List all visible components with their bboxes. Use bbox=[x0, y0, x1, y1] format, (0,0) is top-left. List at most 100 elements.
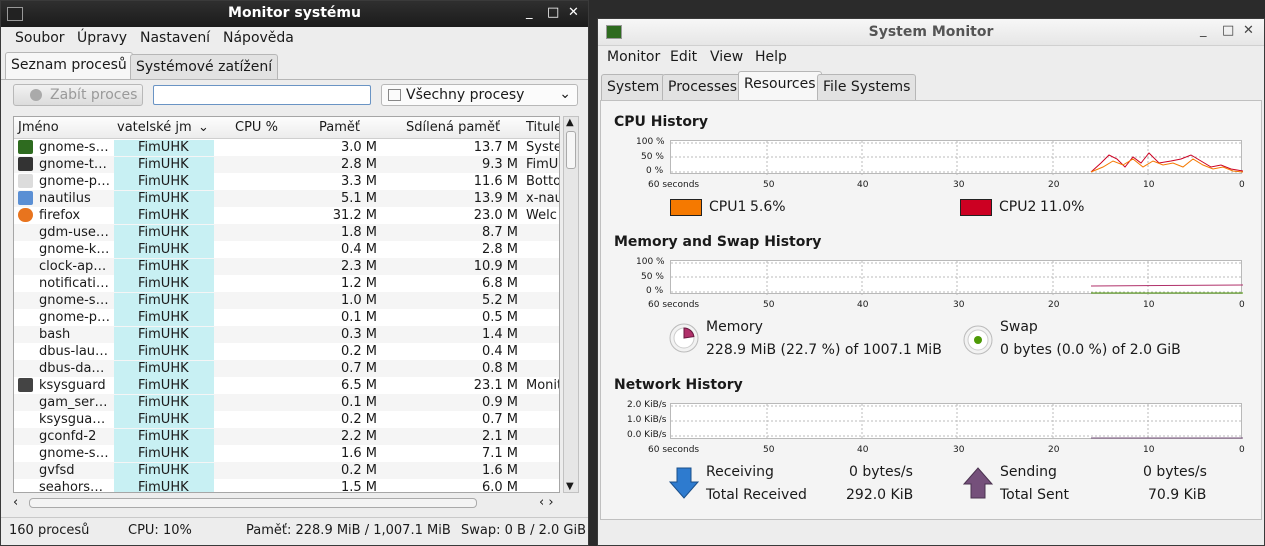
process-shared-memory: 0.4 M bbox=[481, 344, 518, 359]
maximize-icon[interactable]: □ bbox=[1222, 23, 1234, 38]
table-row[interactable]: bash FimUHK 0.3 M 1.4 M bbox=[14, 326, 559, 344]
net-x-tick: 20 bbox=[1048, 445, 1060, 455]
scroll-up-icon[interactable]: ▲ bbox=[566, 117, 574, 128]
table-row[interactable]: gconfd-2 FimUHK 2.2 M 2.1 M bbox=[14, 428, 559, 446]
process-memory: 0.1 M bbox=[340, 395, 377, 410]
table-row[interactable]: gnome-p… FimUHK 3.3 M 11.6 M Botto bbox=[14, 173, 559, 191]
column-memory[interactable]: Paměť bbox=[319, 120, 360, 135]
menu-upravy[interactable]: Úpravy bbox=[77, 30, 127, 46]
vertical-scroll-thumb[interactable] bbox=[566, 131, 576, 169]
ksysguard-icon bbox=[18, 378, 33, 392]
tab-file-systems[interactable]: File Systems bbox=[817, 74, 917, 100]
horizontal-scrollbar[interactable]: ‹ ‹ › bbox=[13, 495, 560, 511]
process-user: FimUHK bbox=[138, 412, 189, 427]
status-memory: Paměť: 228.9 MiB / 1,007.1 MiB bbox=[246, 523, 451, 538]
horizontal-scroll-thumb[interactable] bbox=[29, 498, 477, 508]
right-titlebar[interactable]: System Monitor _ □ ✕ bbox=[598, 19, 1264, 46]
kill-icon bbox=[30, 89, 42, 101]
minimize-icon[interactable]: _ bbox=[526, 5, 533, 20]
swap-value: 0 bytes (0.0 %) of 2.0 GiB bbox=[1000, 342, 1181, 358]
tab-system-load[interactable]: Systémové zatížení bbox=[130, 54, 279, 80]
table-row[interactable]: gvfsd FimUHK 0.2 M 1.6 M bbox=[14, 462, 559, 480]
tab-processes[interactable]: Processes bbox=[662, 74, 744, 100]
menu-soubor[interactable]: Soubor bbox=[15, 30, 65, 46]
table-row[interactable]: nautilus FimUHK 5.1 M 13.9 M x-nau bbox=[14, 190, 559, 208]
process-shared-memory: 13.7 M bbox=[473, 140, 518, 155]
cpu2-color-button[interactable] bbox=[960, 199, 992, 216]
column-shared-memory[interactable]: Sdílená paměť bbox=[406, 120, 500, 135]
table-row[interactable]: ksysgua… FimUHK 0.2 M 0.7 M bbox=[14, 411, 559, 429]
process-memory: 0.1 M bbox=[340, 310, 377, 325]
process-name: gnome-s… bbox=[39, 446, 109, 461]
process-memory: 31.2 M bbox=[332, 208, 377, 223]
cpu-y-tick-100: 100 % bbox=[636, 137, 665, 147]
mem-x-tick: 60 seconds bbox=[648, 300, 700, 310]
vertical-scrollbar[interactable]: ▲ ▼ bbox=[563, 116, 579, 493]
table-row[interactable]: gam_ser… FimUHK 0.1 M 0.9 M bbox=[14, 394, 559, 412]
menu-nastaveni[interactable]: Nastavení bbox=[140, 30, 210, 46]
table-row[interactable]: gnome-k… FimUHK 0.4 M 2.8 M bbox=[14, 241, 559, 259]
total-sent-label: Total Sent bbox=[1000, 487, 1070, 503]
process-user: FimUHK bbox=[138, 174, 189, 189]
cpu-y-tick-0: 0 % bbox=[646, 166, 664, 176]
mem-x-tick: 40 bbox=[857, 300, 869, 310]
column-cpu[interactable]: CPU % bbox=[235, 120, 278, 135]
scroll-right-icon[interactable]: ‹ › bbox=[539, 495, 554, 510]
table-row[interactable]: gnome-s… FimUHK 1.6 M 7.1 M bbox=[14, 445, 559, 463]
menu-edit[interactable]: Edit bbox=[670, 49, 697, 65]
receive-arrow-icon[interactable] bbox=[668, 466, 700, 500]
table-row[interactable]: dbus-da… FimUHK 0.7 M 0.8 M bbox=[14, 360, 559, 378]
table-row[interactable]: gnome-t… FimUHK 2.8 M 9.3 M FimU bbox=[14, 156, 559, 174]
table-row[interactable]: gnome-s… FimUHK 3.0 M 13.7 M Syste bbox=[14, 139, 559, 157]
mem-x-tick: 30 bbox=[953, 300, 965, 310]
tab-resources[interactable]: Resources bbox=[738, 71, 822, 101]
menu-monitor[interactable]: Monitor bbox=[607, 49, 660, 65]
tab-system[interactable]: System bbox=[601, 74, 666, 100]
cpu-y-tick-50: 50 % bbox=[641, 152, 664, 162]
left-titlebar[interactable]: Monitor systému _ □ ✕ bbox=[1, 1, 588, 27]
table-row[interactable]: seahors… FimUHK 1.5 M 6.0 M bbox=[14, 479, 559, 493]
table-row[interactable]: firefox FimUHK 31.2 M 23.0 M Welc bbox=[14, 207, 559, 225]
menu-napoveda[interactable]: Nápověda bbox=[223, 30, 294, 46]
cpu1-color-button[interactable] bbox=[670, 199, 702, 216]
cpu-history-heading: CPU History bbox=[614, 114, 708, 130]
memory-history-heading: Memory and Swap History bbox=[614, 234, 822, 250]
scroll-left-icon[interactable]: ‹ bbox=[13, 495, 18, 510]
process-filter-select[interactable]: Všechny procesy ⌄ bbox=[381, 84, 578, 106]
menu-view[interactable]: View bbox=[710, 49, 743, 65]
table-row[interactable]: gdm-use… FimUHK 1.8 M 8.7 M bbox=[14, 224, 559, 242]
table-row[interactable]: gnome-s… FimUHK 1.0 M 5.2 M bbox=[14, 292, 559, 310]
table-row[interactable]: clock-ap… FimUHK 2.3 M 10.9 M bbox=[14, 258, 559, 276]
net-y-tick-2: 2.0 KiB/s bbox=[627, 400, 667, 410]
table-row[interactable]: dbus-lau… FimUHK 0.2 M 0.4 M bbox=[14, 343, 559, 361]
maximize-icon[interactable]: □ bbox=[547, 5, 559, 20]
process-memory: 1.5 M bbox=[340, 480, 377, 493]
kill-process-button[interactable]: Zabít proces bbox=[13, 84, 143, 106]
minimize-icon[interactable]: _ bbox=[1200, 23, 1207, 38]
table-row[interactable]: notificati… FimUHK 1.2 M 6.8 M bbox=[14, 275, 559, 293]
close-icon[interactable]: ✕ bbox=[568, 5, 579, 20]
column-title[interactable]: Titule bbox=[526, 120, 559, 135]
cpu2-line bbox=[1090, 152, 1243, 173]
column-user[interactable]: vatelské jm bbox=[117, 120, 192, 135]
close-icon[interactable]: ✕ bbox=[1243, 23, 1254, 38]
process-memory: 5.1 M bbox=[340, 191, 377, 206]
scroll-down-icon[interactable]: ▼ bbox=[566, 481, 574, 492]
status-process-count: 160 procesů bbox=[9, 523, 90, 538]
table-row[interactable]: ksysguard FimUHK 6.5 M 23.1 M Monit bbox=[14, 377, 559, 395]
process-user: FimUHK bbox=[138, 191, 189, 206]
swap-pie-icon[interactable] bbox=[962, 324, 994, 356]
left-window-title: Monitor systému bbox=[228, 5, 361, 21]
memory-pie-icon[interactable] bbox=[668, 322, 700, 354]
table-row[interactable]: gnome-p… FimUHK 0.1 M 0.5 M bbox=[14, 309, 559, 327]
column-name[interactable]: Jméno bbox=[18, 120, 59, 135]
memory-line bbox=[1090, 284, 1243, 287]
search-input[interactable] bbox=[153, 85, 371, 105]
send-arrow-icon[interactable] bbox=[962, 466, 994, 500]
cpu-x-tick: 0 bbox=[1239, 180, 1245, 190]
process-name: ksysguard bbox=[39, 378, 106, 393]
tab-process-list[interactable]: Seznam procesů bbox=[5, 52, 133, 80]
cpu-history-graph bbox=[670, 140, 1243, 175]
menu-help[interactable]: Help bbox=[755, 49, 787, 65]
process-name: gdm-use… bbox=[39, 225, 109, 240]
